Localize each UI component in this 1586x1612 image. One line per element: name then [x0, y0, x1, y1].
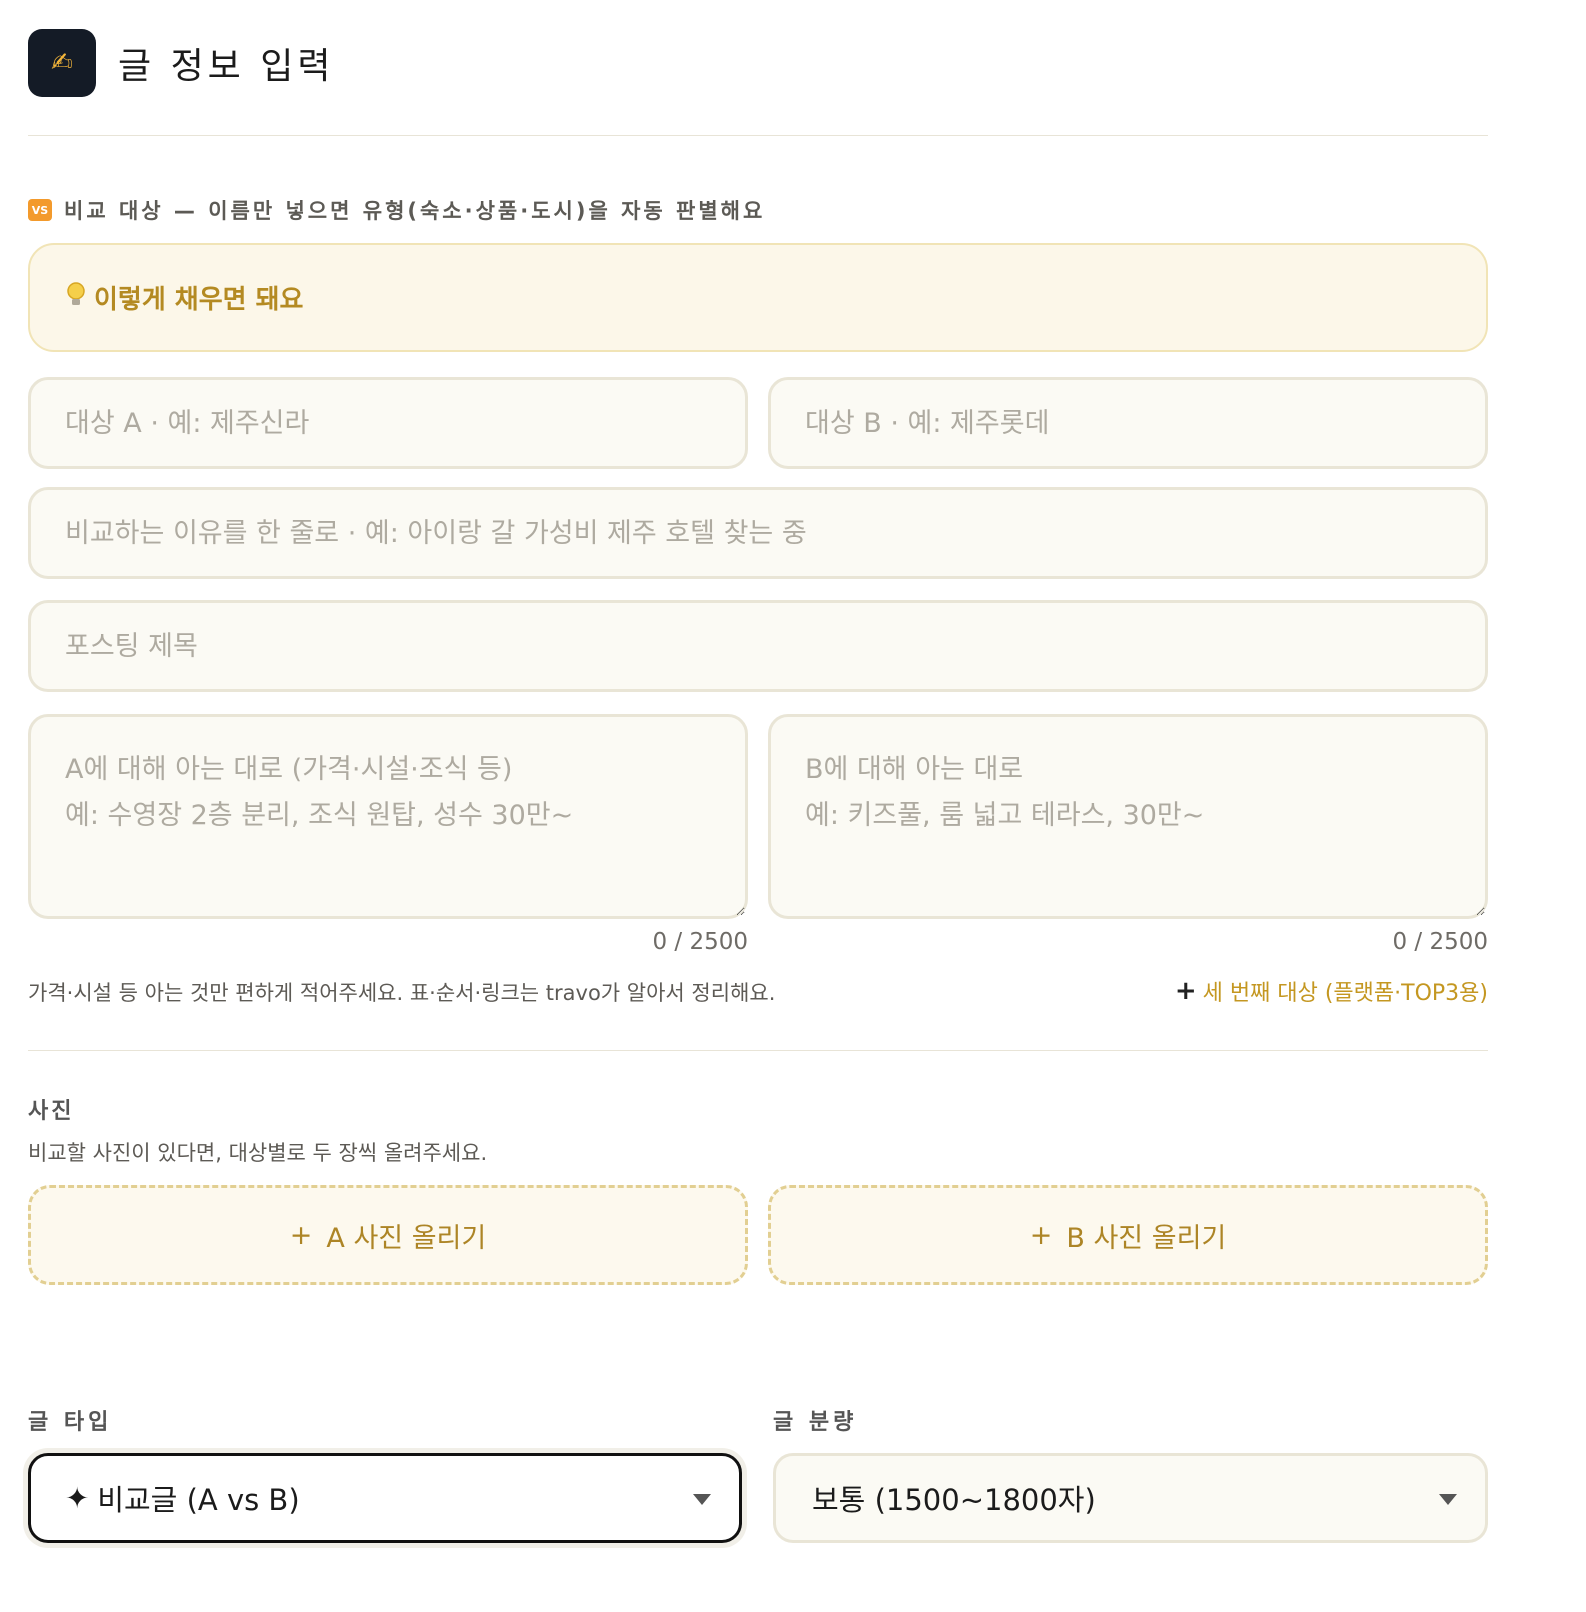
notes-b-textarea[interactable]	[768, 714, 1488, 919]
upload-photo-a-button[interactable]: + A 사진 올리기	[28, 1185, 748, 1285]
fill-guide-toggle[interactable]: 이렇게 채우면 돼요	[28, 243, 1488, 352]
post-type-select[interactable]: ✦ 비교글 (A vs B)	[28, 1453, 742, 1543]
page-title: 글 정보 입력	[118, 46, 335, 87]
sparkle-icon: ✦	[65, 1481, 90, 1515]
plus-icon: +	[289, 1219, 313, 1251]
photos-section-title: 사진	[28, 1099, 75, 1124]
lightbulb-icon	[66, 281, 86, 315]
notes-a-char-counter: 0 / 2500	[652, 929, 748, 955]
header-divider	[28, 135, 1488, 136]
add-third-target-label: 세 번째 대상 (플랫폼·TOP3용)	[1202, 981, 1488, 1006]
photos-section-desc: 비교할 사진이 있다면, 대상별로 두 장씩 올려주세요.	[28, 1141, 488, 1165]
post-title-input[interactable]	[28, 600, 1488, 692]
notes-a-textarea[interactable]	[28, 714, 748, 919]
compare-reason-input[interactable]	[28, 487, 1488, 579]
vs-icon: VS	[28, 199, 52, 221]
chevron-down-icon	[1439, 1494, 1457, 1505]
upload-photo-b-label: B 사진 올리기	[1066, 1222, 1227, 1254]
writing-hand-icon: ✍	[28, 29, 96, 97]
plus-icon: +	[1029, 1219, 1053, 1251]
post-type-label: 글 타입	[28, 1410, 113, 1435]
compare-label-text: 비교 대상 — 이름만 넣으면 유형(숙소·상품·도시)을 자동 판별해요	[64, 199, 766, 223]
section-divider	[28, 1050, 1488, 1051]
notes-b-char-counter: 0 / 2500	[1392, 929, 1488, 955]
chevron-down-icon	[693, 1494, 711, 1505]
add-third-target-button[interactable]: + 세 번째 대상 (플랫폼·TOP3용)	[1175, 975, 1488, 1007]
target-a-input[interactable]	[28, 377, 748, 469]
header: ✍ 글 정보 입력	[28, 29, 335, 97]
fill-guide-text: 이렇게 채우면 돼요	[94, 285, 304, 315]
plus-icon: +	[1174, 976, 1197, 1006]
compare-section-label: VS 비교 대상 — 이름만 넣으면 유형(숙소·상품·도시)을 자동 판별해요	[28, 195, 765, 225]
post-length-value: 보통 (1500~1800자)	[812, 1483, 1096, 1517]
upload-photo-b-button[interactable]: + B 사진 올리기	[768, 1185, 1488, 1285]
post-type-value: 비교글 (A vs B)	[97, 1483, 300, 1517]
target-b-input[interactable]	[768, 377, 1488, 469]
post-length-select[interactable]: 보통 (1500~1800자)	[773, 1453, 1488, 1543]
upload-photo-a-label: A 사진 올리기	[326, 1222, 487, 1254]
post-length-label: 글 분량	[773, 1410, 858, 1435]
notes-helper-text: 가격·시설 등 아는 것만 편하게 적어주세요. 표·순서·링크는 travo가…	[28, 981, 776, 1005]
